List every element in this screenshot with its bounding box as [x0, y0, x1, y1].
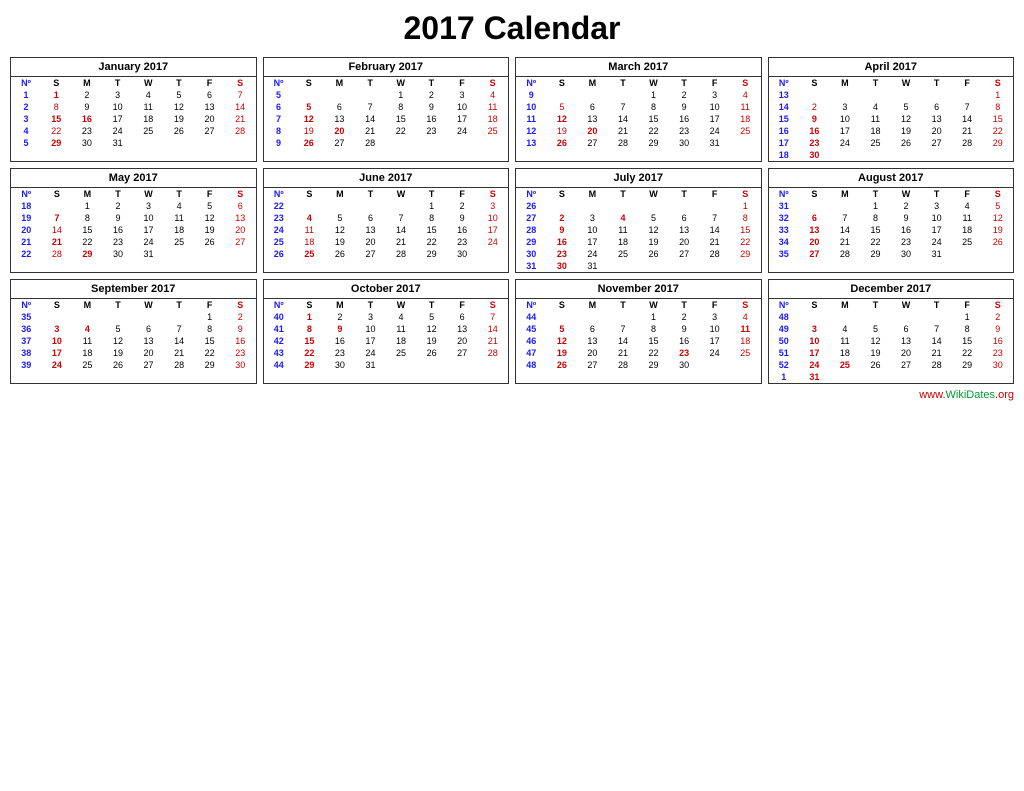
month-title-august: August 2017	[769, 169, 1014, 187]
month-june: June 2017 NºSMTWTFS 22123 2345678910 241…	[263, 168, 510, 273]
month-february: February 2017 NºSMTWTFS 51234 6567891011…	[263, 57, 510, 162]
month-title-may: May 2017	[11, 169, 256, 187]
month-title-september: September 2017	[11, 280, 256, 298]
month-title-july: July 2017	[516, 169, 761, 187]
month-august: August 2017 NºSMTWTFS 3112345 3267891011…	[768, 168, 1015, 273]
month-march: March 2017 NºSMTWTFS 91234 10567891011 1…	[515, 57, 762, 162]
footer: www.WikiDates.org	[10, 389, 1014, 401]
month-september: September 2017 NºSMTWTFS 3512 363456789 …	[10, 279, 257, 384]
calendar-grid: January 2017 NºSMTWTFS 11234567 28910111…	[10, 57, 1014, 384]
month-title-february: February 2017	[264, 58, 509, 76]
month-may: May 2017 NºSMTWTFS 18123456 197891011121…	[10, 168, 257, 273]
month-july: July 2017 NºSMTWTFS 261 272345678 289101…	[515, 168, 762, 273]
month-title-october: October 2017	[264, 280, 509, 298]
month-title-june: June 2017	[264, 169, 509, 187]
month-january: January 2017 NºSMTWTFS 11234567 28910111…	[10, 57, 257, 162]
month-title-december: December 2017	[769, 280, 1014, 298]
month-october: October 2017 NºSMTWTFS 401234567 4189101…	[263, 279, 510, 384]
month-title-april: April 2017	[769, 58, 1014, 76]
page-title: 2017 Calendar	[10, 10, 1014, 47]
month-title-november: November 2017	[516, 280, 761, 298]
month-title-march: March 2017	[516, 58, 761, 76]
month-april: April 2017 NºSMTWTFS 131 142345678 15910…	[768, 57, 1015, 162]
month-title-january: January 2017	[11, 58, 256, 76]
month-december: December 2017 NºSMTWTFS 4812 493456789 5…	[768, 279, 1015, 384]
month-november: November 2017 NºSMTWTFS 441234 455678910…	[515, 279, 762, 384]
